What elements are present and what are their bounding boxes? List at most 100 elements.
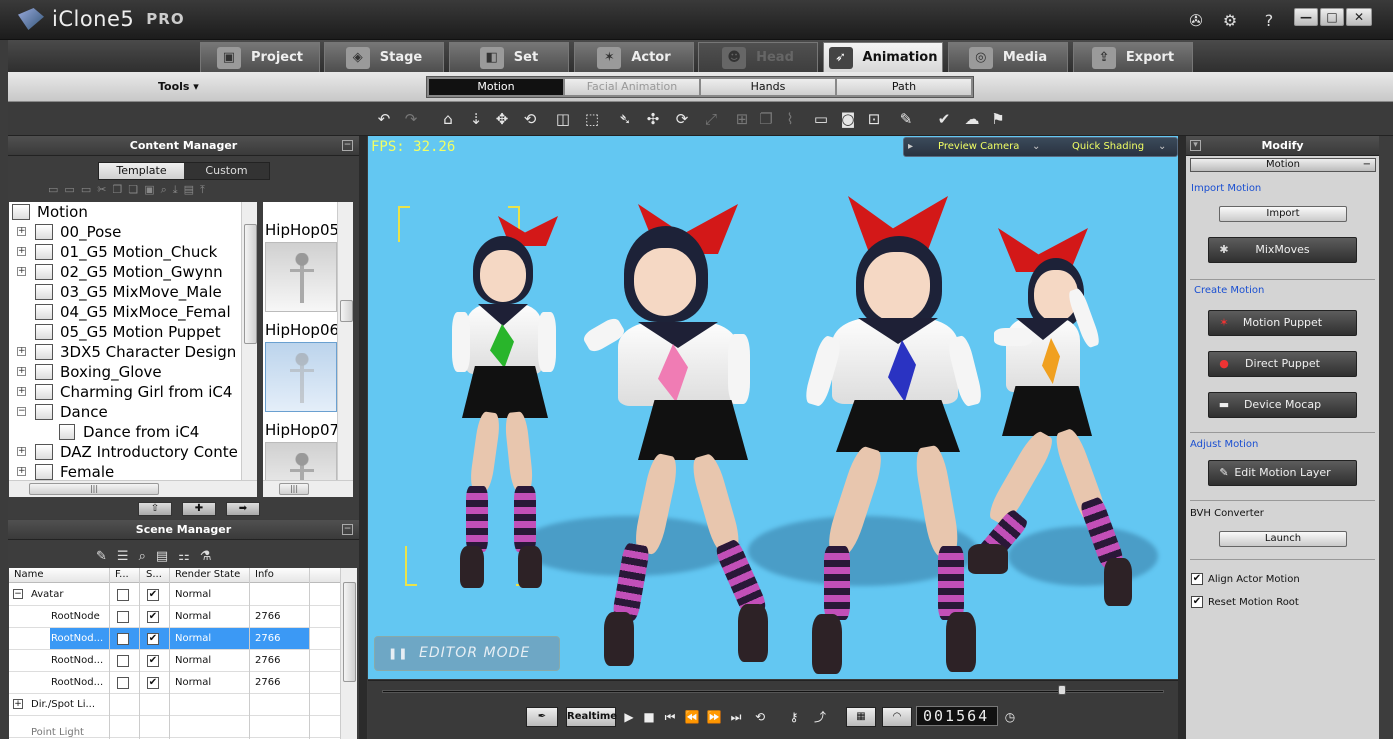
folder-icon[interactable]: ▭ [64,183,74,197]
scroll-thumb[interactable] [244,224,257,344]
table-row[interactable]: RootNod... ✔ Normal 2766 [9,650,340,672]
select-icon[interactable]: ➴ [615,109,635,129]
cut-icon[interactable]: ✂ [97,183,106,197]
stop-icon[interactable]: ■ [642,708,656,726]
tree-item[interactable]: Motion [9,202,243,222]
mixmoves-button[interactable]: ✱ MixMoves [1208,237,1357,263]
paint-icon[interactable]: ✎ [896,109,916,129]
minimize-button[interactable]: — [1294,8,1318,26]
subtab-path[interactable]: Path [837,79,971,95]
timeline-knob[interactable] [1058,685,1067,695]
freeze-checkbox[interactable] [117,589,129,601]
add-button[interactable]: ✚ [182,502,216,516]
curve-icon[interactable]: ⤴ [810,708,830,726]
undo-icon[interactable]: ↶ [374,109,394,129]
tree-item[interactable]: 04_G5 MixMoce_Femal [9,302,243,322]
expand-icon[interactable]: + [13,699,23,709]
table-row[interactable]: Point Light [9,716,340,738]
tools-menu[interactable]: Tools ▾ [158,80,199,93]
collapse-icon[interactable]: − [1363,159,1371,171]
orbit-icon[interactable]: ⟳ [672,109,692,129]
list-icon[interactable]: ☰ [117,549,129,564]
scale-icon[interactable]: ◫ [553,109,573,129]
table-row[interactable]: + Dir./Spot Li... [9,694,340,716]
tab-custom[interactable]: Custom [184,163,269,179]
timeline-icon[interactable]: ▦ [846,707,876,727]
move-icon[interactable]: ✥ [492,109,512,129]
realtime-button[interactable]: Realtime [566,707,617,727]
rewind-icon[interactable]: ⏪ [684,708,700,726]
fast-forward-icon[interactable]: ⏩ [706,708,722,726]
paste-icon[interactable]: ❏ [128,183,138,197]
subtab-hands[interactable]: Hands [701,79,835,95]
import-icon[interactable]: ⤓ [173,183,178,197]
pause-icon[interactable]: ❚❚ [388,637,408,670]
find-icon[interactable]: ⌕ [139,549,146,564]
expand-icon[interactable]: + [17,227,26,236]
scene-scrollbar[interactable] [340,568,357,739]
table-row[interactable]: RootNod... ✔ Normal 2766 [9,672,340,694]
up-button[interactable]: ⇧ [138,502,172,516]
align-actor-motion-option[interactable]: ✔ Align Actor Motion [1191,573,1300,585]
collapse-icon[interactable]: − [17,407,26,416]
show-checkbox[interactable]: ✔ [147,589,159,601]
tree-hscrollbar[interactable]: ||| [9,480,257,497]
gear-icon[interactable]: ⚙ [1220,11,1240,31]
play-icon[interactable]: ▶ [622,708,636,726]
maximize-button[interactable]: □ [1320,8,1344,26]
rotate-icon[interactable]: ⟲ [520,109,540,129]
copy-icon[interactable]: ❐ [112,183,122,197]
edit-icon[interactable]: ✎ [96,549,107,564]
tree-item[interactable]: +3DX5 Character Design [9,342,243,362]
page-icon[interactable]: ▤ [156,549,168,564]
tree-item[interactable]: + Female [9,462,243,480]
tree-item[interactable]: + Charming Girl from iC4 [9,382,243,402]
tree-item[interactable]: +02_G5 Motion_Gwynn [9,262,243,282]
show-checkbox[interactable]: ✔ [147,677,159,689]
new-folder-icon[interactable]: ▭ [48,183,58,197]
editor-mode-badge[interactable]: ❚❚ EDITOR MODE [374,636,560,671]
tree-item[interactable]: + Boxing_Glove [9,362,243,382]
expand-icon[interactable]: + [17,247,26,256]
motion-section-tab[interactable]: Motion − [1190,158,1376,172]
direct-puppet-button[interactable]: ● Direct Puppet [1208,351,1357,377]
device-mocap-button[interactable]: ▬ Device Mocap [1208,392,1357,418]
expand-icon[interactable]: + [17,267,26,276]
loop-icon[interactable]: ⟲ [752,708,768,726]
table-row[interactable]: − Avatar ✔ Normal [9,584,340,606]
scene-icon[interactable]: ☁ [962,109,982,129]
expand-icon[interactable]: ▸ [908,141,913,152]
tree-item[interactable]: +00_Pose [9,222,243,242]
move-down-icon[interactable]: ⇣ [466,109,486,129]
frame-counter[interactable]: 001564 [916,706,998,726]
transform-icon[interactable]: ✣ [643,109,663,129]
hierarchy-icon[interactable]: ⚗ [200,549,212,564]
clock-icon[interactable]: ◷ [1002,708,1018,726]
speed-icon[interactable]: ◠ [882,707,912,727]
delete-icon[interactable]: ▣ [144,183,154,197]
right-splitter[interactable] [1178,136,1186,739]
timeline-slider[interactable] [382,690,1164,693]
scroll-thumb[interactable] [340,300,353,322]
hscroll-thumb[interactable]: ||| [29,483,159,495]
thumbnail-hiphop07[interactable] [265,342,337,412]
panel-menu-icon[interactable]: ▾ [1190,140,1201,151]
hscroll-thumb[interactable]: ||| [279,483,309,495]
expand-icon[interactable]: + [17,347,26,356]
thumbnail-scrollbar[interactable] [337,202,353,480]
expand-icon[interactable]: + [17,447,26,456]
left-splitter[interactable] [359,136,367,739]
edit-motion-layer-button[interactable]: ✎ Edit Motion Layer [1208,460,1357,486]
expand-icon[interactable]: + [17,387,26,396]
frame-icon[interactable]: ⬚ [582,109,602,129]
expand-icon[interactable]: + [17,367,26,376]
pen-icon[interactable]: ✒ [526,707,558,727]
key-icon[interactable]: ⚷ [784,708,804,726]
tab-stage[interactable]: ◈ Stage [324,42,444,72]
tree-item[interactable]: − Dance [9,402,243,422]
collapse-icon[interactable]: − [342,140,353,151]
help-icon[interactable]: ? [1259,11,1279,31]
view-icon[interactable]: ▤ [184,183,194,197]
tree-item[interactable]: + DAZ Introductory Conte [9,442,243,462]
flag-icon[interactable]: ⚑ [988,109,1008,129]
